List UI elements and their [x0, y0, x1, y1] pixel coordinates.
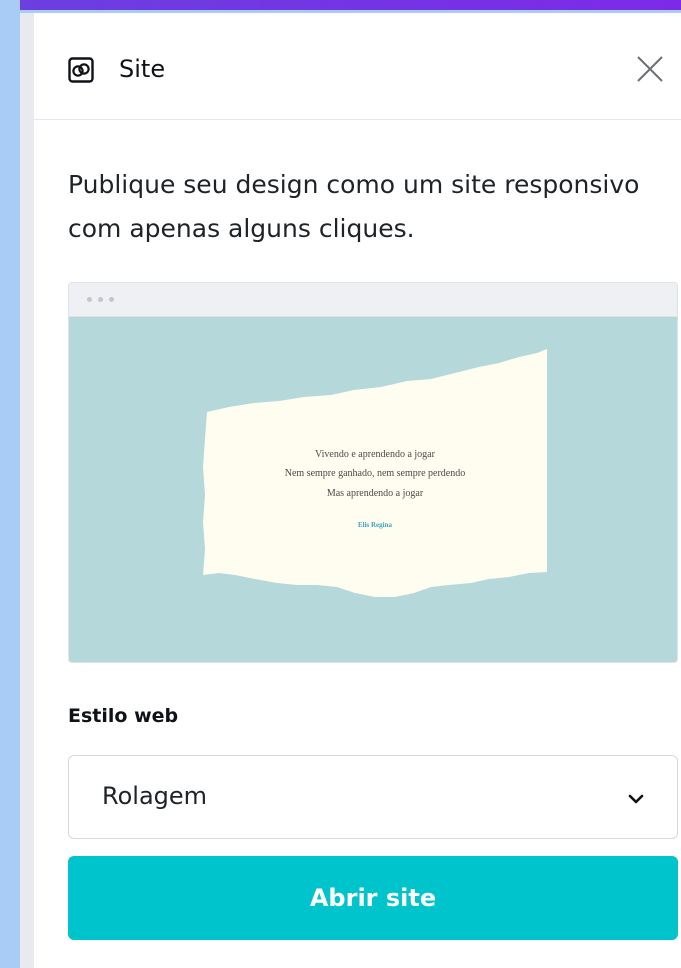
browser-dot	[87, 297, 92, 302]
preview-canvas: Vivendo e aprendendo a jogar Nem sempre …	[69, 317, 677, 662]
panel-description: Publique seu design como um site respons…	[68, 170, 640, 243]
web-style-label: Estilo web	[68, 705, 179, 727]
site-preview: Vivendo e aprendendo a jogar Nem sempre …	[68, 282, 678, 663]
panel-left-edge	[20, 13, 34, 968]
close-icon[interactable]	[635, 54, 665, 84]
preview-line: Mas aprendendo a jogar	[327, 488, 424, 499]
website-icon	[68, 57, 94, 83]
web-style-select[interactable]: Rolagem	[68, 755, 678, 839]
chevron-down-icon	[628, 794, 644, 804]
site-publish-panel: Site Publique seu design como um site re…	[34, 13, 681, 968]
panel-title: Site	[119, 55, 166, 83]
browser-dot	[98, 297, 103, 302]
preview-line: Nem sempre ganhado, nem sempre perdendo	[285, 468, 466, 479]
open-site-button[interactable]: Abrir site	[68, 856, 678, 940]
preview-author: Elis Regina	[358, 521, 393, 529]
preview-line: Vivendo e aprendendo a jogar	[315, 449, 436, 460]
top-accent-bar	[20, 0, 681, 10]
browser-dot	[109, 297, 114, 302]
panel-header: Site	[34, 13, 681, 120]
preview-browser-bar	[69, 283, 677, 317]
web-style-selected-value: Rolagem	[102, 782, 208, 810]
